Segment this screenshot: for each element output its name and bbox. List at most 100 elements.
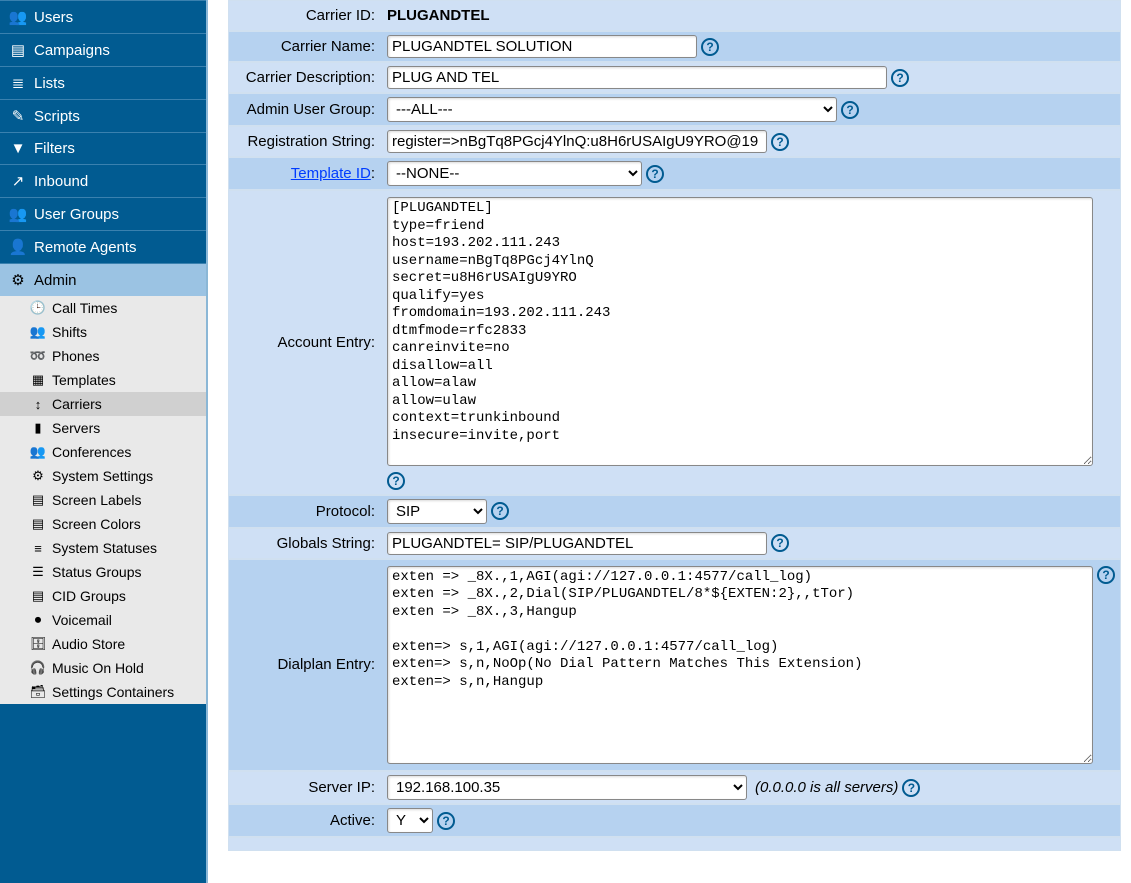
row-carrier-desc: Carrier Description: ?	[228, 62, 1121, 93]
sidebar-item-label: Users	[34, 9, 73, 26]
subnav-item-label: CID Groups	[52, 588, 126, 604]
subnav-icon: 👥	[28, 444, 48, 460]
help-icon[interactable]: ?	[1097, 566, 1115, 584]
subnav-item-label: Music On Hold	[52, 660, 144, 676]
admin-submenu: 🕒Call Times👥Shifts➿Phones▦Templates↕Carr…	[0, 296, 206, 704]
subnav-item-settings-containers[interactable]: 🗃Settings Containers	[0, 680, 206, 704]
subnav-icon: ➿	[28, 348, 48, 364]
label-reg-string: Registration String:	[229, 129, 381, 154]
select-admin-group[interactable]: ---ALL---	[387, 97, 837, 122]
subnav-item-label: Shifts	[52, 324, 87, 340]
subnav-icon: 🕒	[28, 300, 48, 316]
subnav-item-system-statuses[interactable]: ≡System Statuses	[0, 536, 206, 560]
sidebar-item-label: Admin	[34, 272, 77, 289]
row-reg-string: Registration String: ?	[228, 126, 1121, 157]
subnav-item-label: Call Times	[52, 300, 117, 316]
subnav-item-cid-groups[interactable]: ▤CID Groups	[0, 584, 206, 608]
help-icon[interactable]: ?	[701, 38, 719, 56]
subnav-item-voicemail[interactable]: ⏺Voicemail	[0, 608, 206, 632]
subnav-item-label: Audio Store	[52, 636, 125, 652]
subnav-item-label: Templates	[52, 372, 116, 388]
select-server-ip[interactable]: 192.168.100.35	[387, 775, 747, 800]
nav-icon: ▼	[8, 140, 28, 157]
sidebar-item-user-groups[interactable]: 👥User Groups	[0, 197, 206, 230]
row-protocol: Protocol: SIP ?	[228, 495, 1121, 528]
subnav-item-system-settings[interactable]: ⚙System Settings	[0, 464, 206, 488]
textarea-dialplan[interactable]	[387, 566, 1093, 765]
sidebar-item-scripts[interactable]: ✎Scripts	[0, 99, 206, 132]
sidebar-item-campaigns[interactable]: ▤Campaigns	[0, 33, 206, 66]
row-account-entry: Account Entry: ?	[228, 190, 1121, 495]
subnav-item-label: Settings Containers	[52, 684, 174, 700]
nav-icon: 👥	[8, 205, 28, 223]
help-icon[interactable]: ?	[437, 812, 455, 830]
help-icon[interactable]: ?	[491, 502, 509, 520]
label-active: Active:	[229, 808, 381, 833]
subnav-item-call-times[interactable]: 🕒Call Times	[0, 296, 206, 320]
subnav-icon: ☰	[28, 564, 48, 580]
sidebar-item-users[interactable]: 👥 Users	[0, 0, 206, 33]
sidebar-item-remote-agents[interactable]: 👤 Remote Agents	[0, 230, 206, 263]
input-carrier-name[interactable]	[387, 35, 697, 58]
help-icon[interactable]: ?	[771, 133, 789, 151]
subnav-item-label: Screen Labels	[52, 492, 142, 508]
subnav-item-label: Status Groups	[52, 564, 142, 580]
subnav-icon: 🎧	[28, 660, 48, 676]
label-protocol: Protocol:	[229, 499, 381, 524]
subnav-item-music-on-hold[interactable]: 🎧Music On Hold	[0, 656, 206, 680]
label-carrier-id: Carrier ID:	[229, 3, 381, 28]
subnav-item-templates[interactable]: ▦Templates	[0, 368, 206, 392]
subnav-icon: 🗄	[28, 636, 48, 652]
nav-icon: 👤	[8, 238, 28, 256]
subnav-item-label: Phones	[52, 348, 99, 364]
subnav-item-screen-labels[interactable]: ▤Screen Labels	[0, 488, 206, 512]
sidebar-item-label: Scripts	[34, 108, 80, 125]
help-icon[interactable]: ?	[771, 534, 789, 552]
nav-icon: ↗	[8, 172, 28, 190]
sidebar-item-label: Remote Agents	[34, 239, 137, 256]
sidebar-item-label: Filters	[34, 140, 75, 157]
sidebar-item-inbound[interactable]: ↗ Inbound	[0, 164, 206, 197]
subnav-icon: ▤	[28, 588, 48, 604]
subnav-item-label: Voicemail	[52, 612, 112, 628]
help-icon[interactable]: ?	[646, 165, 664, 183]
subnav-item-conferences[interactable]: 👥Conferences	[0, 440, 206, 464]
select-protocol[interactable]: SIP	[387, 499, 487, 524]
input-carrier-desc[interactable]	[387, 66, 887, 89]
row-spacer	[228, 837, 1121, 851]
subnav-item-servers[interactable]: ▮Servers	[0, 416, 206, 440]
label-dialplan: Dialplan Entry:	[229, 652, 381, 677]
subnav-item-audio-store[interactable]: 🗄Audio Store	[0, 632, 206, 656]
row-dialplan: Dialplan Entry: ?	[228, 559, 1121, 772]
help-icon[interactable]: ?	[902, 779, 920, 797]
nav-icon: 👥	[8, 8, 28, 26]
textarea-account-entry[interactable]	[387, 197, 1093, 466]
subnav-icon: ▤	[28, 492, 48, 508]
label-globals: Globals String:	[229, 531, 381, 556]
help-icon[interactable]: ?	[387, 472, 405, 490]
sidebar-item-filters[interactable]: ▼ Filters	[0, 132, 206, 164]
input-reg-string[interactable]	[387, 130, 767, 153]
label-admin-group: Admin User Group:	[229, 97, 381, 122]
sidebar-item-admin[interactable]: ⚙ Admin	[0, 263, 206, 296]
subnav-item-phones[interactable]: ➿Phones	[0, 344, 206, 368]
help-icon[interactable]: ?	[891, 69, 909, 87]
subnav-item-shifts[interactable]: 👥Shifts	[0, 320, 206, 344]
subnav-item-screen-colors[interactable]: ▤Screen Colors	[0, 512, 206, 536]
link-template-id[interactable]: Template ID	[291, 165, 371, 182]
sidebar-item-label: Inbound	[34, 173, 88, 190]
label-carrier-desc: Carrier Description:	[229, 65, 381, 90]
sidebar-item-lists[interactable]: ≣Lists	[0, 66, 206, 99]
select-template-id[interactable]: --NONE--	[387, 161, 642, 186]
subnav-item-label: System Statuses	[52, 540, 157, 556]
subnav-icon: ⏺	[28, 612, 48, 628]
help-icon[interactable]: ?	[841, 101, 859, 119]
gear-icon: ⚙	[8, 271, 28, 289]
label-carrier-name: Carrier Name:	[229, 34, 381, 59]
label-template-id: Template ID:	[229, 161, 381, 186]
subnav-item-carriers[interactable]: ↕Carriers	[0, 392, 206, 416]
select-active[interactable]: Y	[387, 808, 433, 833]
label-account-entry: Account Entry:	[229, 330, 381, 355]
subnav-item-status-groups[interactable]: ☰Status Groups	[0, 560, 206, 584]
input-globals[interactable]	[387, 532, 767, 555]
